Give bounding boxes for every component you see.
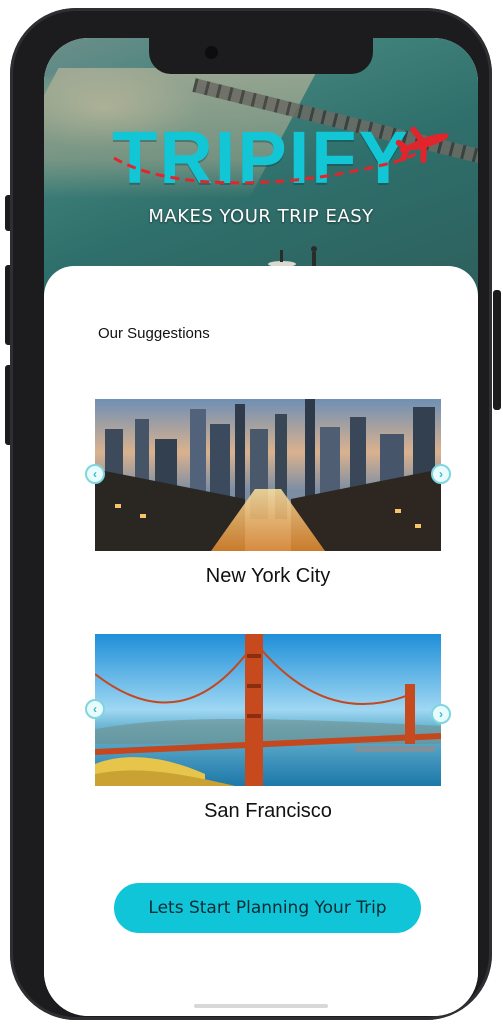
chevron-right-icon[interactable]: › [431,704,451,724]
new-york-skyline-photo [95,399,441,551]
phone-notch [149,38,373,74]
tagline: MAKES YOUR TRIP EASY [148,206,374,227]
suggestion-card-new-york[interactable]: New York City [95,399,441,599]
suggestion-card-san-francisco[interactable]: San Francisco [95,634,441,834]
app-screen: TRIPIFY MAKES YOUR TRIP EASY Our Suggest… [44,38,478,1016]
home-indicator [194,1004,328,1008]
app-logo: TRIPIFY [112,116,410,199]
city-name: New York City [205,565,331,587]
city-name: San Francisco [204,800,332,822]
start-planning-button[interactable]: Lets Start Planning Your Trip [114,883,421,933]
section-heading: Our Suggestions [98,325,210,342]
golden-gate-bridge-photo [95,634,441,786]
power-button [493,290,501,410]
phone-frame: TRIPIFY MAKES YOUR TRIP EASY Our Suggest… [10,8,492,1020]
chevron-left-icon[interactable]: ‹ [85,464,105,484]
camera-icon [205,46,218,59]
chevron-left-icon[interactable]: ‹ [85,699,105,719]
chevron-right-icon[interactable]: › [431,464,451,484]
